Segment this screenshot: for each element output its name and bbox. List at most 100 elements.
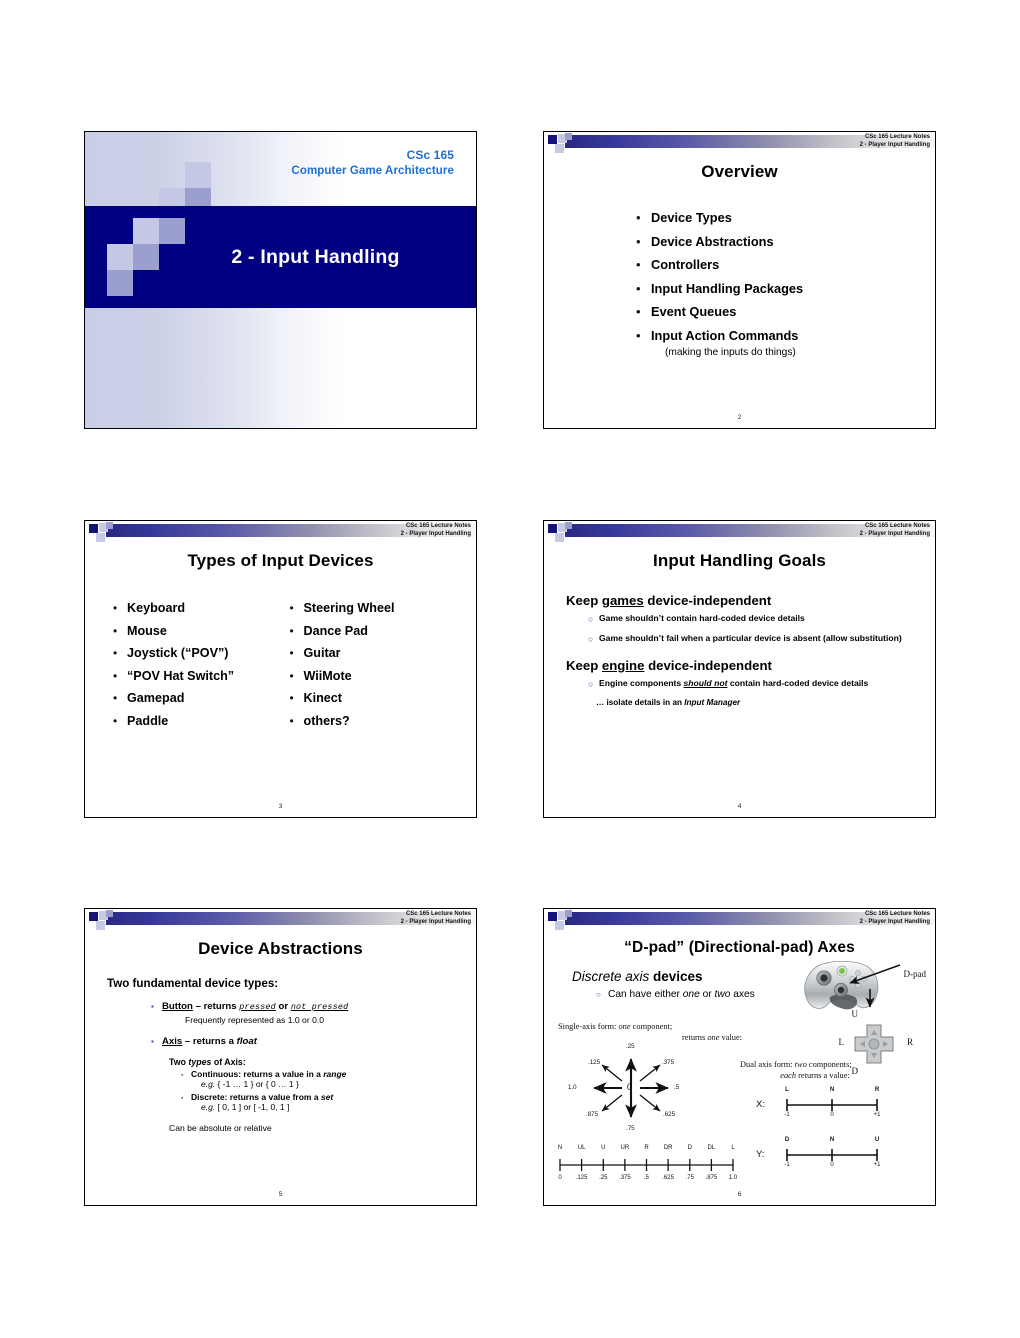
header-square-icon	[548, 135, 557, 144]
header-square-icon	[565, 133, 572, 140]
header-square-icon	[89, 524, 98, 533]
axis-y-top-label: N	[829, 1137, 835, 1143]
axis-term: Axis	[162, 1036, 183, 1047]
goal-heading-post: device-independent	[643, 593, 772, 608]
list-item-label: Discrete: returns a value from a set	[191, 1092, 333, 1102]
slide-title-text: Device Abstractions	[198, 939, 363, 958]
slide-header: CSc 165 Lecture Notes 2 - Player Input H…	[544, 132, 935, 158]
numberline-top-label: L	[731, 1145, 735, 1151]
slide-dpad-axes[interactable]: CSc 165 Lecture Notes 2 - Player Input H…	[543, 908, 936, 1206]
header-line-1: CSc 165 Lecture Notes	[405, 911, 471, 917]
goal-heading-pre: Keep	[566, 658, 602, 673]
header-square-icon	[555, 533, 564, 542]
dpad-label-down: D	[851, 1066, 859, 1076]
compass-value-sw: .875	[586, 1111, 599, 1118]
slide-page-number: 3	[278, 803, 283, 810]
list-item: • Controllers	[636, 257, 916, 272]
circle-bullet-icon: ○	[596, 990, 601, 999]
list-item: • Device Abstractions	[636, 234, 916, 249]
header-square-icon	[548, 912, 557, 921]
list-item: • Input Handling Packages	[636, 281, 916, 296]
header-line-2: 2 - Player Input Handling	[400, 531, 471, 538]
button-value-pressed: pressed	[239, 1002, 276, 1012]
dpad-heading: Discrete axis devices	[572, 969, 703, 984]
slide-input-handling-goals[interactable]: CSc 165 Lecture Notes 2 - Player Input H…	[543, 520, 936, 818]
abstractions-heading: Two fundamental device types:	[107, 977, 279, 990]
numberline-bottom-label: .125	[575, 1175, 588, 1181]
list-item-label: Input Action Commands	[651, 327, 799, 343]
header-square-icon	[555, 921, 564, 930]
goal-heading-emphasis: engine	[601, 658, 645, 673]
dpad-cross-icon	[851, 1021, 897, 1067]
header-text: CSc 165 Lecture Notes 2 - Player Input H…	[401, 522, 471, 538]
compass-value-se: .625	[663, 1111, 676, 1118]
list-item: • Guitar	[290, 646, 467, 660]
eg-value: { -1 … 1 } or { 0 … 1 }	[215, 1079, 299, 1089]
list-item: • Input Action Commands	[636, 328, 916, 343]
square-bullet-icon: ▪	[181, 1095, 184, 1102]
bullet-dot-icon: •	[113, 691, 118, 705]
axis-y-bottom-label: +1	[873, 1162, 881, 1168]
dual-caption-pre: Dual axis form:	[740, 1060, 795, 1069]
dual-caption-em: two	[794, 1060, 807, 1069]
numberline-bottom-label: .75	[685, 1175, 694, 1181]
slide-page-number: 4	[737, 803, 742, 810]
discrete-example: e.g. [ 0, 1 ] or [ -1, 0, 1 ]	[201, 1102, 464, 1112]
discrete-emphasis: set	[320, 1092, 334, 1102]
axis-term-text: – returns a	[182, 1036, 237, 1047]
axis-y-top-label: U	[874, 1137, 880, 1143]
list-item-label: Keyboard	[127, 601, 186, 615]
numberline-top-label: D	[687, 1145, 692, 1151]
device-column-left: • Keyboard • Mouse • Joystick (“POV”) • …	[113, 601, 290, 736]
compass-value-e: .5	[674, 1084, 680, 1091]
circle-bullet-icon: ○	[588, 634, 594, 644]
header-square-icon	[89, 912, 98, 921]
axis-term-emphasis: float	[236, 1036, 257, 1047]
compass-value-nw: .125	[588, 1059, 601, 1066]
slide-title[interactable]: CSc 165 Computer Game Architecture 2 - I…	[84, 131, 477, 429]
list-item: • others?	[290, 714, 467, 728]
list-item: ○ Can have either one or two axes	[596, 989, 755, 1000]
goal-heading-pre: Keep	[566, 593, 602, 608]
list-item: • WiiMote	[290, 669, 467, 683]
numberline-axis	[559, 1159, 734, 1171]
button-value-not-pressed: not pressed	[290, 1002, 349, 1012]
numberline-top-label: N	[557, 1145, 563, 1151]
list-item: ▪ Discrete: returns a value from a set	[181, 1092, 464, 1102]
header-line-1: CSc 165 Lecture Notes	[405, 523, 471, 529]
compass-dial-chart: 0 .25 .375 .5 .625 .75 .875 1.0 .125	[556, 1037, 731, 1142]
list-item-label: Dance Pad	[303, 623, 368, 638]
list-item: • Keyboard	[113, 601, 290, 615]
single-caption-pre: Single-axis form:	[558, 1022, 619, 1031]
numberline-bottom-label: 0	[558, 1175, 562, 1181]
numberline-top-label: UR	[620, 1145, 630, 1151]
header-line-2: 2 - Player Input Handling	[859, 142, 930, 149]
dual-caption2-post: returns a value:	[796, 1071, 850, 1080]
square-bullet-icon: ▪	[181, 1072, 184, 1079]
axis-x-name: X:	[756, 1099, 765, 1110]
bullet-dot-icon: •	[289, 713, 294, 728]
sub-text-emphasis: should not	[683, 678, 728, 688]
sub-em-two: two	[714, 989, 731, 1000]
slide-types-of-input-devices[interactable]: CSc 165 Lecture Notes 2 - Player Input H…	[84, 520, 477, 818]
bullet-dot-icon: •	[636, 257, 641, 272]
slide-overview[interactable]: CSc 165 Lecture Notes 2 - Player Input H…	[543, 131, 936, 429]
list-item-label: Device Types	[651, 210, 732, 225]
single-axis-numberline-chart: N UL U UR R DR D DL L 0 .125 .25 .375 .5…	[554, 1145, 739, 1189]
slide-device-abstractions[interactable]: CSc 165 Lecture Notes 2 - Player Input H…	[84, 908, 477, 1206]
bullet-dot-icon: •	[289, 668, 294, 683]
axis-types-heading: Two types of Axis:	[169, 1057, 464, 1067]
dpad-label-right: R	[906, 1037, 913, 1047]
goals-content: Keep games device-independent ○ Game sho…	[566, 593, 921, 707]
single-caption-em: one	[618, 1022, 631, 1031]
list-item-label: Controllers	[651, 257, 720, 272]
slide-header: CSc 165 Lecture Notes 2 - Player Input H…	[85, 909, 476, 935]
eg-label: e.g.	[201, 1102, 216, 1112]
list-item: • Kinect	[290, 691, 467, 705]
axis-y-top-label: D	[784, 1137, 790, 1143]
goal-heading-engine: Keep engine device-independent	[566, 658, 921, 673]
header-square-icon	[96, 921, 105, 930]
axis-x-top-label: N	[829, 1087, 835, 1093]
bullet-dot-icon: •	[289, 691, 294, 705]
list-item: • “POV Hat Switch”	[113, 669, 290, 683]
